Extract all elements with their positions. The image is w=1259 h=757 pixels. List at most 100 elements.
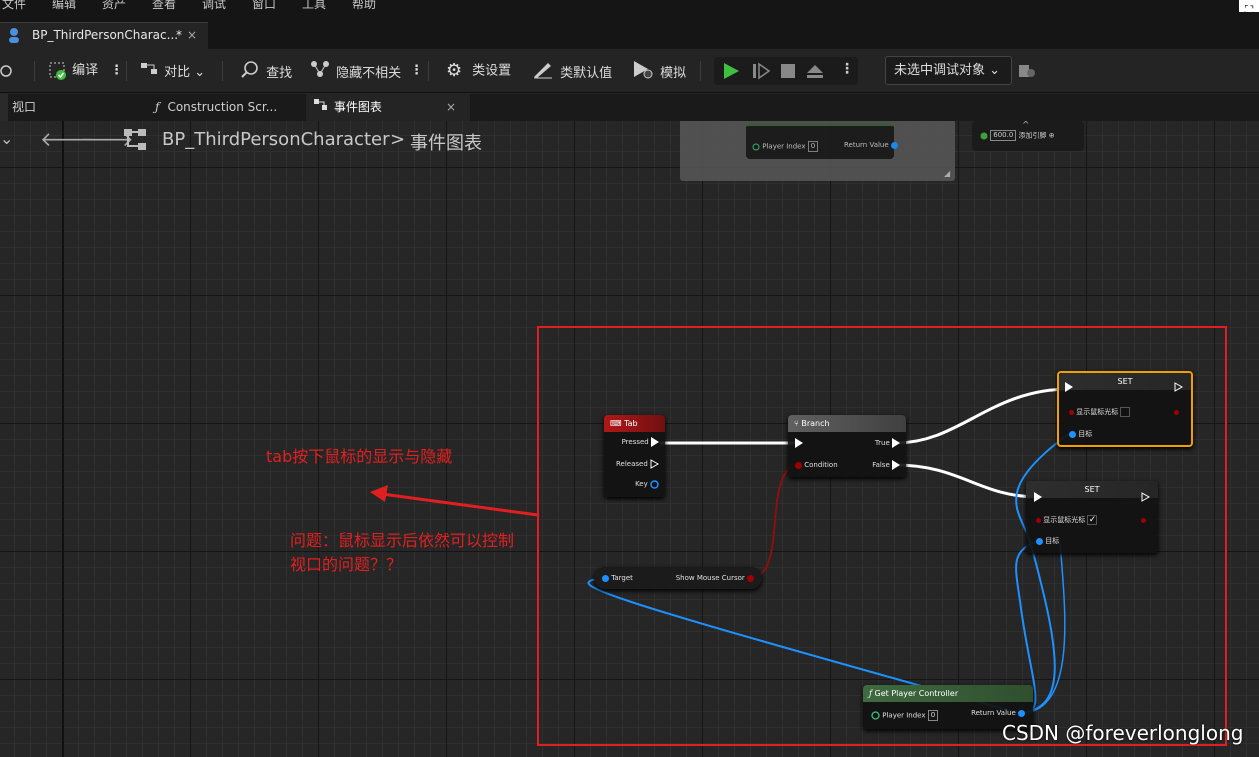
set1-target-pin[interactable]: 目标 bbox=[1069, 429, 1092, 439]
annotation-label-2a: 问题：鼠标显示后依然可以控制 bbox=[290, 531, 515, 550]
eject-icon[interactable] bbox=[806, 63, 824, 83]
event-graph-canvas[interactable]: ⌄ 🡐 🡒 BP_ThirdPersonCharacter > 事件图表 Pla… bbox=[0, 121, 1259, 757]
debug-target-label: 未选中调试对象 bbox=[894, 63, 986, 78]
mouse-target-pin[interactable]: Target bbox=[602, 573, 633, 583]
key-pin[interactable]: Key bbox=[635, 479, 659, 489]
false-pin[interactable]: False bbox=[872, 460, 900, 470]
tab-viewport[interactable]: 视口 bbox=[12, 94, 36, 121]
set1-exec-out-pin[interactable] bbox=[1174, 382, 1183, 392]
set-node-2-title: SET bbox=[1084, 485, 1100, 494]
hide-unrelated-icon bbox=[310, 59, 332, 88]
blueprint-user-icon bbox=[8, 27, 20, 43]
event-graph-icon bbox=[314, 94, 330, 121]
class-settings-button[interactable]: ⚙ 类设置 bbox=[446, 59, 511, 83]
panel-edge bbox=[0, 94, 8, 121]
play-controls: ⋮ bbox=[714, 57, 858, 85]
diff-icon bbox=[140, 59, 160, 86]
mouse-target-label: Target bbox=[611, 574, 633, 582]
class-defaults-label: 类默认值 bbox=[560, 66, 613, 81]
set-node-1-title: SET bbox=[1117, 377, 1133, 386]
set2-var-out-pin[interactable] bbox=[1141, 515, 1146, 525]
hide-options-icon[interactable]: ⋮ bbox=[410, 59, 423, 83]
branch-node-title: Branch bbox=[801, 419, 830, 428]
gpc-return-value-label: Return Value bbox=[971, 709, 1016, 717]
menu-file[interactable]: 文件 bbox=[2, 0, 26, 10]
menu-assets[interactable]: 资产 bbox=[102, 0, 126, 10]
play-options-icon[interactable]: ⋮ bbox=[840, 61, 854, 77]
show-mouse-cursor-pin[interactable]: Show Mouse Cursor bbox=[676, 573, 754, 583]
pressed-label: Pressed bbox=[621, 438, 649, 446]
set2-exec-out-pin[interactable] bbox=[1141, 492, 1150, 502]
true-pin[interactable]: True bbox=[875, 438, 900, 448]
menu-tools[interactable]: 工具 bbox=[302, 0, 326, 10]
keyboard-icon: ⌨ bbox=[610, 419, 622, 428]
set1-exec-in-pin[interactable] bbox=[1065, 382, 1073, 392]
set2-var-label: 显示鼠标光标 bbox=[1043, 516, 1086, 524]
bool-wire-condition bbox=[749, 464, 801, 579]
tab-close-icon[interactable]: × bbox=[446, 94, 456, 121]
branch-exec-in-pin[interactable] bbox=[795, 438, 803, 448]
set1-var-pin[interactable]: 显示鼠标光标 bbox=[1069, 407, 1131, 417]
condition-label: Condition bbox=[804, 461, 838, 469]
tab-construction-script[interactable]: ƒ Construction Scr... bbox=[155, 94, 277, 121]
set-node-2-header: SET bbox=[1026, 481, 1158, 498]
annotation-label-2b: 视口的问题？？ bbox=[290, 555, 403, 574]
compile-icon bbox=[48, 61, 68, 81]
find-button[interactable]: 查找 bbox=[240, 59, 292, 83]
tab-node-title: Tab bbox=[624, 419, 638, 428]
function-icon: ƒ bbox=[155, 100, 160, 114]
exec-wire-true-set1 bbox=[895, 387, 1071, 445]
tab-key-node[interactable]: ⌨ Tab Pressed Released Key bbox=[604, 415, 665, 497]
simulate-button[interactable]: 模拟 bbox=[632, 59, 686, 83]
gpc-player-index-value[interactable]: 0 bbox=[927, 710, 939, 721]
branch-icon: ⑂ bbox=[794, 419, 799, 428]
set2-exec-in-pin[interactable] bbox=[1034, 492, 1042, 502]
menu-view[interactable]: 查看 bbox=[152, 0, 176, 10]
set1-var-out-pin[interactable] bbox=[1174, 407, 1179, 417]
menu-edit[interactable]: 编辑 bbox=[52, 0, 76, 10]
function-icon: ƒ bbox=[869, 689, 872, 698]
diff-chevron-down-icon: ⌄ bbox=[194, 65, 206, 80]
class-defaults-button[interactable]: 类默认值 bbox=[532, 59, 612, 83]
gpc-return-value-pin[interactable]: Return Value bbox=[971, 708, 1025, 718]
set-node-2[interactable]: SET 显示鼠标光标 ✓ 目标 bbox=[1026, 481, 1158, 553]
document-tab[interactable]: BP_ThirdPersonCharac... * × bbox=[0, 22, 208, 49]
hide-unrelated-button[interactable]: 隐藏不相关 bbox=[310, 59, 401, 83]
set-node-1[interactable]: SET 显示鼠标光标 目标 bbox=[1057, 371, 1193, 447]
set1-checkbox[interactable] bbox=[1120, 407, 1131, 417]
condition-pin[interactable]: Condition bbox=[795, 460, 838, 470]
browse-icon[interactable] bbox=[0, 63, 16, 79]
document-tab-title: BP_ThirdPersonCharac... bbox=[32, 28, 179, 42]
tab-node-header: ⌨ Tab bbox=[604, 415, 665, 432]
class-settings-label: 类设置 bbox=[472, 63, 512, 79]
released-label: Released bbox=[615, 460, 648, 468]
diff-button[interactable]: 对比 ⌄ bbox=[140, 59, 205, 83]
document-tab-close-icon[interactable]: × bbox=[187, 23, 197, 48]
menu-window[interactable]: 窗口 bbox=[252, 0, 276, 10]
gpc-player-index-label: Player Index bbox=[882, 711, 926, 720]
compile-button[interactable]: 编译 bbox=[48, 59, 98, 83]
tab-event-graph[interactable]: 事件图表 × bbox=[306, 94, 470, 121]
show-mouse-cursor-node[interactable]: Target Show Mouse Cursor bbox=[594, 567, 762, 589]
debug-filter-icon[interactable] bbox=[1018, 63, 1036, 83]
step-icon[interactable] bbox=[752, 62, 771, 84]
menu-bar: 文件 编辑 资产 查看 调试 窗口 工具 帮助 bbox=[0, 0, 1259, 12]
menu-help[interactable]: 帮助 bbox=[352, 0, 376, 10]
debug-target-dropdown[interactable]: 未选中调试对象 ⌄ bbox=[885, 56, 1012, 85]
set2-checkbox-checked[interactable]: ✓ bbox=[1087, 515, 1098, 525]
set2-var-pin[interactable]: 显示鼠标光标 ✓ bbox=[1036, 515, 1098, 525]
pressed-pin[interactable]: Pressed bbox=[622, 437, 659, 447]
set2-target-pin[interactable]: 目标 bbox=[1036, 536, 1059, 546]
compile-options-icon[interactable]: ⋮ bbox=[110, 59, 123, 83]
menu-debug[interactable]: 调试 bbox=[202, 0, 226, 10]
annotation-arrow-head bbox=[370, 485, 388, 502]
play-icon[interactable] bbox=[722, 62, 740, 84]
gpc-player-index-pin[interactable]: Player Index 0 bbox=[871, 710, 939, 721]
annotation-label-1: tab按下鼠标的显示与隐藏 bbox=[266, 447, 453, 466]
branch-node[interactable]: ⑂ Branch Condition True False bbox=[788, 415, 906, 477]
stop-icon[interactable] bbox=[780, 63, 796, 83]
released-pin[interactable]: Released bbox=[616, 459, 659, 469]
set1-target-label: 目标 bbox=[1078, 430, 1093, 438]
set-node-1-header: SET bbox=[1059, 373, 1191, 390]
compile-label: 编译 bbox=[72, 63, 99, 78]
